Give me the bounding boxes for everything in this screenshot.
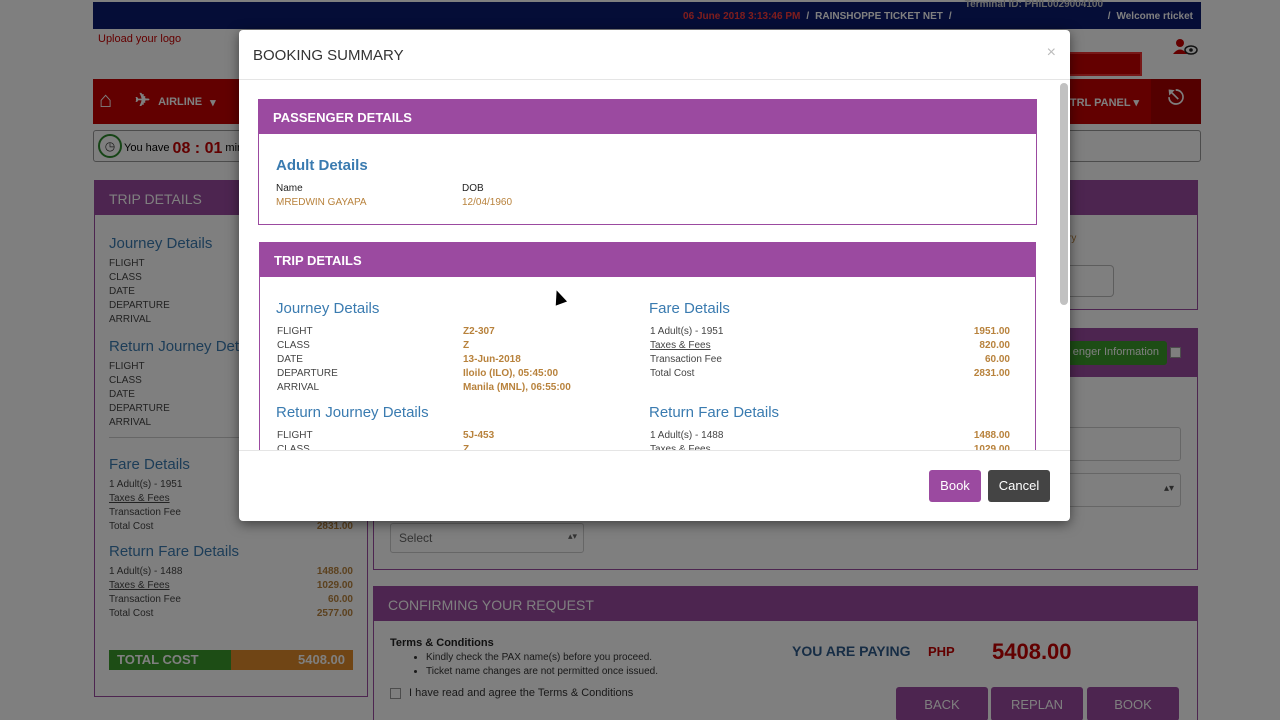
detail-row: DEPARTURE Iloilo (ILO), 05:45:00: [277, 368, 637, 382]
detail-value: 13-Jun-2018: [463, 354, 521, 365]
passenger-details-panel: PASSENGER DETAILS Adult Details Name DOB…: [258, 99, 1037, 225]
passenger-name: MREDWIN GAYAPA: [276, 197, 367, 208]
dob-label: DOB: [462, 183, 484, 194]
detail-value: 1951.00: [973, 326, 1010, 337]
detail-row: FLIGHT Z2-307: [277, 326, 637, 340]
passenger-dob: 12/04/1960: [462, 197, 513, 208]
adult-details-title: Adult Details: [276, 157, 368, 174]
passenger-details-title: PASSENGER DETAILS: [259, 100, 1036, 134]
detail-label: DATE: [277, 354, 303, 365]
detail-value: 5J-453: [463, 430, 495, 441]
detail-row: Total Cost 2831.00: [650, 368, 1010, 382]
detail-value: 2831.00: [973, 368, 1010, 379]
close-icon[interactable]: ×: [1047, 44, 1056, 62]
modal-return-fare-title: Return Fare Details: [649, 404, 780, 421]
detail-row: FLIGHT 5J-453: [277, 430, 637, 444]
detail-row: Taxes & Fees 820.00: [650, 340, 1010, 354]
modal-trip-details-panel: TRIP DETAILS Journey Details Fare Detail…: [259, 242, 1036, 450]
modal-return-journey-title: Return Journey Details: [276, 404, 429, 421]
booking-summary-modal: BOOKING SUMMARY × PASSENGER DETAILS Adul…: [239, 30, 1070, 521]
modal-cancel-button[interactable]: Cancel: [988, 470, 1050, 502]
detail-row: ARRIVAL Manila (MNL), 06:55:00: [277, 382, 637, 396]
detail-label: FLIGHT: [277, 326, 313, 337]
modal-trip-title: TRIP DETAILS: [260, 243, 1035, 277]
detail-value: 1488.00: [973, 430, 1010, 441]
detail-value: 60.00: [984, 354, 1010, 365]
detail-row: DATE 13-Jun-2018: [277, 354, 637, 368]
detail-label: CLASS: [277, 340, 310, 351]
detail-label: Transaction Fee: [650, 354, 722, 365]
detail-label[interactable]: Taxes & Fees: [650, 340, 711, 351]
detail-label: ARRIVAL: [277, 382, 320, 393]
modal-book-button[interactable]: Book: [929, 470, 981, 502]
detail-row: 1 Adult(s) - 1951 1951.00: [650, 326, 1010, 340]
detail-label: 1 Adult(s) - 1951: [650, 326, 724, 337]
detail-row: Transaction Fee 60.00: [650, 354, 1010, 368]
detail-value: 820.00: [979, 340, 1010, 351]
detail-label: FLIGHT: [277, 430, 313, 441]
modal-fare-title: Fare Details: [649, 300, 730, 317]
detail-value: Z2-307: [463, 326, 495, 337]
detail-value: Iloilo (ILO), 05:45:00: [463, 368, 559, 379]
modal-title: BOOKING SUMMARY: [253, 47, 404, 64]
detail-label: Total Cost: [650, 368, 695, 379]
detail-value: Z: [463, 340, 470, 351]
detail-row: 1 Adult(s) - 1488 1488.00: [650, 430, 1010, 444]
detail-value: Manila (MNL), 06:55:00: [463, 382, 571, 393]
modal-scrollbar[interactable]: [1060, 83, 1068, 305]
modal-body: PASSENGER DETAILS Adult Details Name DOB…: [239, 80, 1070, 450]
detail-label: DEPARTURE: [277, 368, 338, 379]
name-label: Name: [276, 183, 303, 194]
modal-journey-title: Journey Details: [276, 300, 380, 317]
detail-label: 1 Adult(s) - 1488: [650, 430, 724, 441]
detail-row: CLASS Z: [277, 340, 637, 354]
